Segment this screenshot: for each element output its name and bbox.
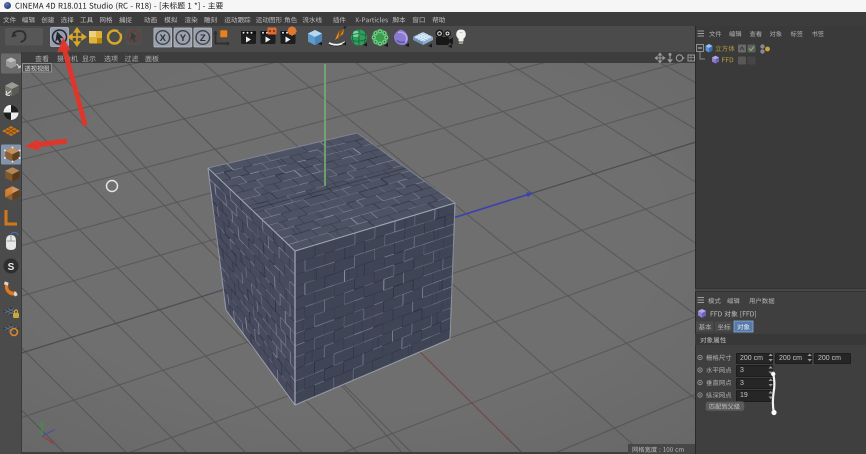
svg-text:X: X	[160, 33, 167, 44]
svg-text:Z: Z	[200, 33, 206, 44]
svg-text:Y: Y	[180, 33, 187, 44]
svg-text:S: S	[8, 262, 15, 273]
